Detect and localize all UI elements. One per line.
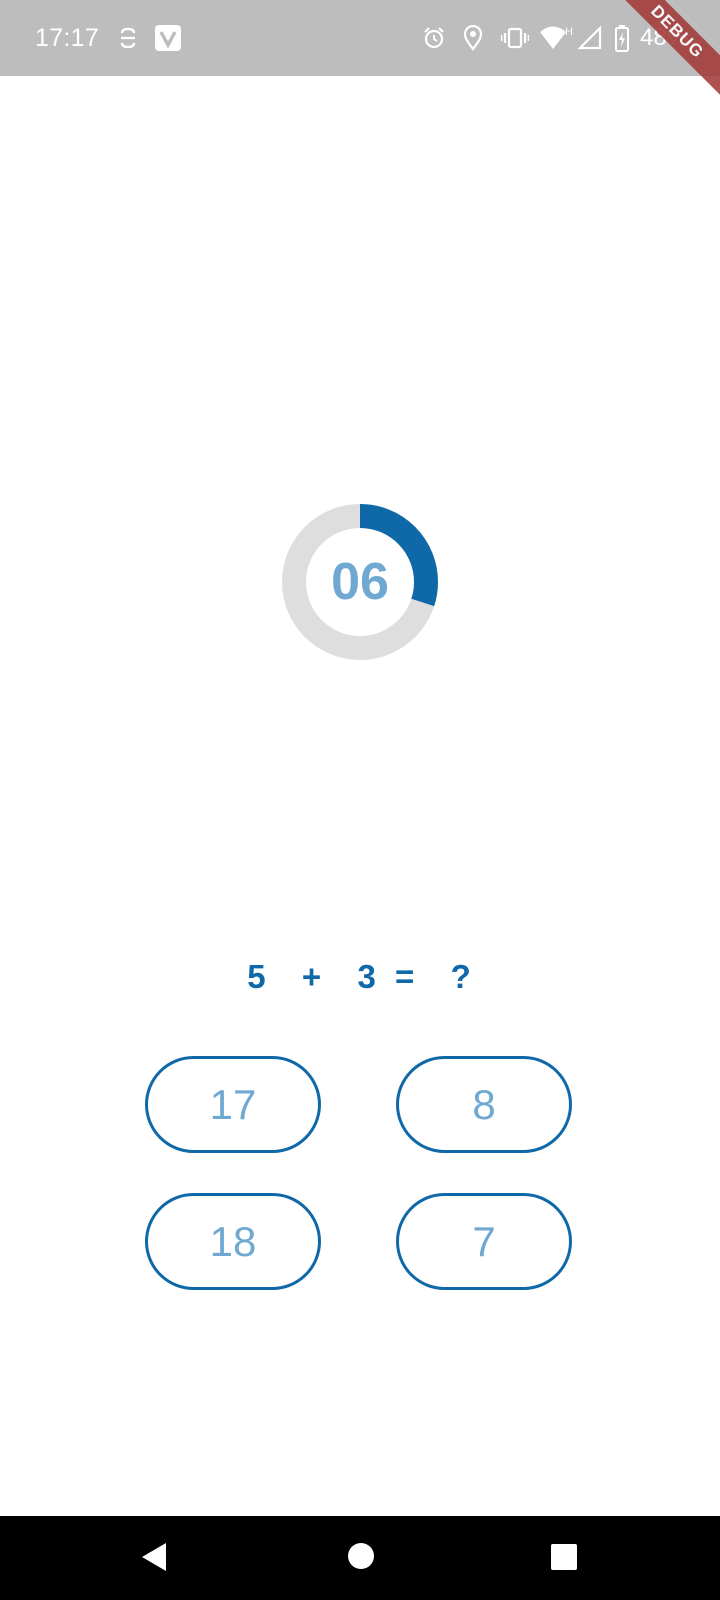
svg-text:H: H: [565, 26, 573, 38]
wifi-icon: H: [540, 26, 573, 49]
status-time: 17:17: [35, 24, 100, 52]
signal-icon: [578, 26, 602, 50]
timer-value: 06: [331, 553, 389, 611]
answer-button-2[interactable]: 8: [396, 1056, 572, 1153]
location-icon: [463, 25, 483, 51]
quiz-screen: 17:17 H DEBUG 06 5 + 3 = ? 17 8 18 7: [0, 0, 720, 1600]
v-app-icon: [155, 25, 181, 51]
alarm-icon: [424, 27, 444, 49]
recents-icon[interactable]: [551, 1544, 577, 1570]
back-icon[interactable]: [138, 1540, 170, 1574]
vibrate-icon: [501, 27, 529, 49]
answer-button-3[interactable]: 18: [145, 1193, 321, 1290]
home-icon[interactable]: [347, 1542, 375, 1570]
question-text: 5 + 3 = ?: [247, 958, 473, 995]
battery-charging-icon: [615, 25, 629, 52]
s-icon: [120, 27, 136, 49]
status-bar: 17:17 H: [0, 0, 720, 76]
countdown-timer: 06: [280, 502, 440, 662]
navigation-bar: [0, 1516, 720, 1600]
answer-button-1[interactable]: 17: [145, 1056, 321, 1153]
answer-button-4[interactable]: 7: [396, 1193, 572, 1290]
